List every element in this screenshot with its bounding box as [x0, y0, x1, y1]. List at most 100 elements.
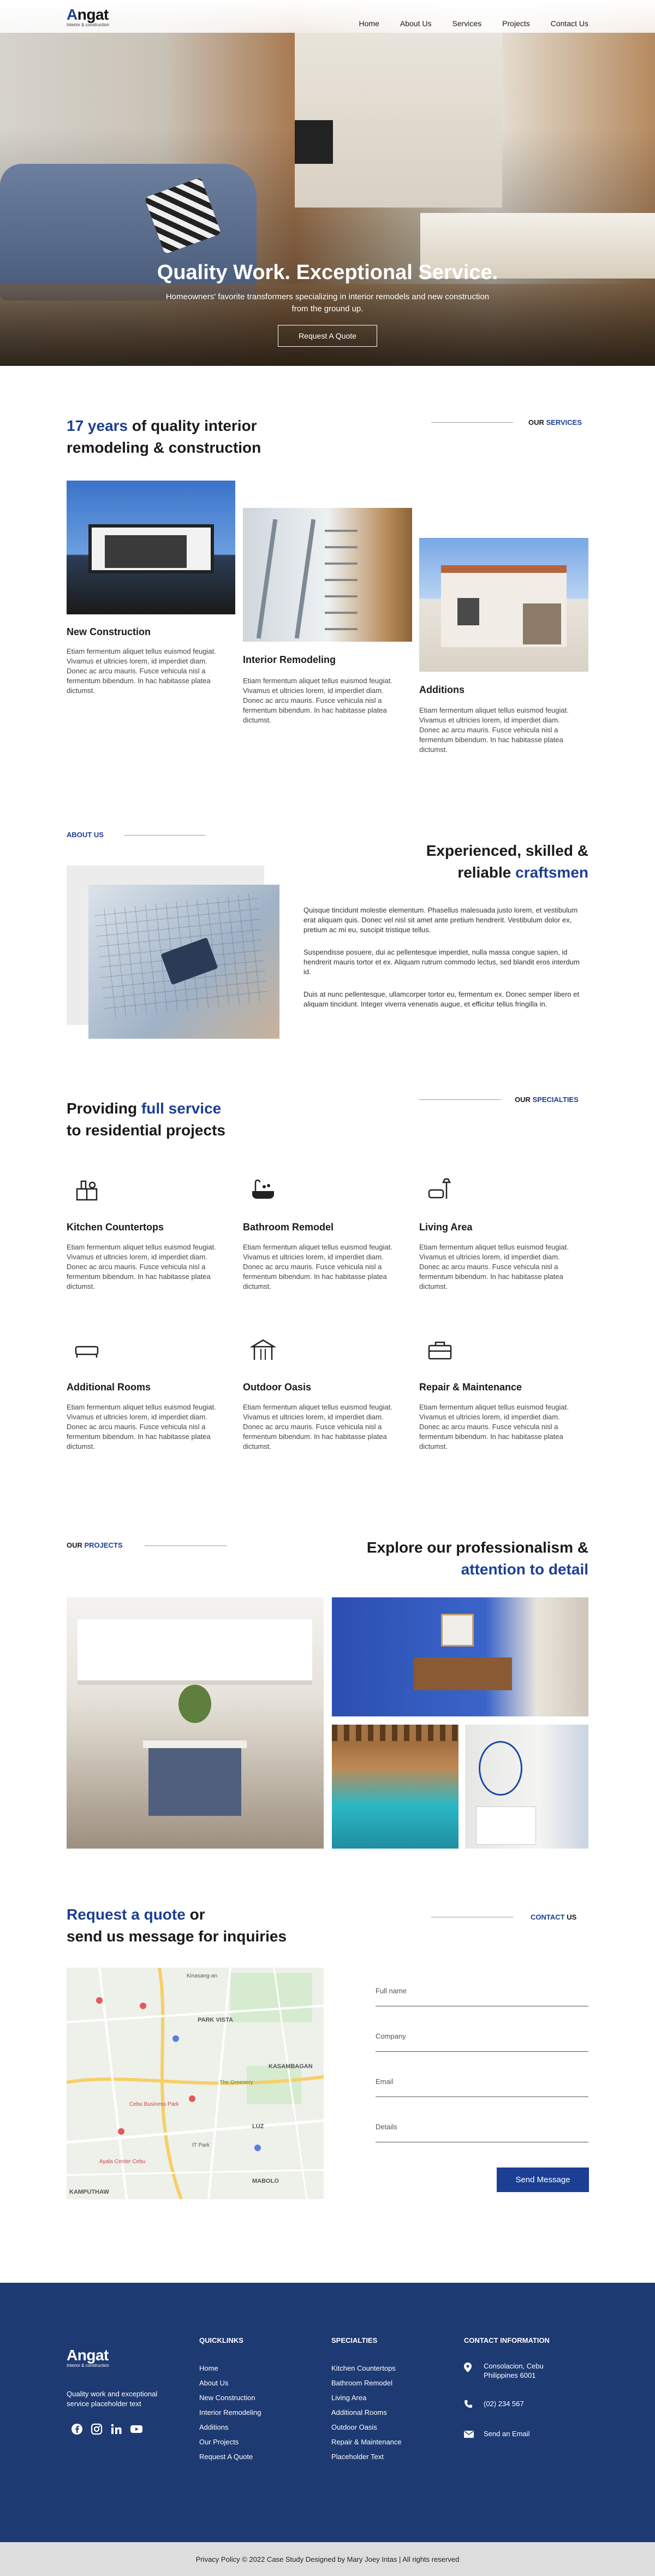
footer-logo-tagline: Interior & construction — [67, 2363, 109, 2368]
request-quote-button[interactable]: Request A Quote — [278, 325, 377, 347]
about-heading: Experienced, skilled & reliable craftsme… — [327, 840, 588, 884]
footer-link-placeholder[interactable]: Placeholder Text — [331, 2449, 402, 2464]
location-pin-icon — [464, 2362, 472, 2375]
map-label-kasambagan: KASAMBAGAN — [269, 2063, 313, 2070]
services-tag-word: SERVICES — [546, 418, 582, 427]
projects-heading-line1: Explore our professionalism & — [366, 1539, 588, 1556]
about-tag-rule — [124, 835, 205, 836]
specialties-heading-line2: to residential projects — [67, 1122, 225, 1139]
site-footer: Angat Interior & construction Quality wo… — [0, 2283, 655, 2542]
footer-link-interior-remodeling[interactable]: Interior Remodeling — [199, 2405, 261, 2420]
full-name-field[interactable]: Full name — [376, 1987, 588, 1995]
footer-link-additional-rooms[interactable]: Additional Rooms — [331, 2405, 402, 2420]
footer-contact: CONTACT INFORMATION Consolacion, Cebu Ph… — [464, 2336, 590, 2438]
project-living-room-image — [332, 1597, 588, 1716]
services-heading-highlight: 17 years — [67, 417, 128, 434]
service-text-new-construction: Etiam fermentum aliquet tellus euismod f… — [67, 647, 216, 695]
footer-link-home[interactable]: Home — [199, 2361, 261, 2376]
footer-address: Consolacion, Cebu Philippines 6001 — [484, 2362, 544, 2379]
project-kitchen-image — [67, 1597, 324, 1849]
linkedin-icon[interactable] — [110, 2423, 122, 2435]
specialty-text-living-area: Etiam fermentum aliquet tellus euismod f… — [419, 1243, 569, 1290]
specialty-text-bathroom-remodel: Etiam fermentum aliquet tellus euismod f… — [243, 1243, 392, 1290]
send-message-button[interactable]: Send Message — [497, 2168, 589, 2192]
contact-heading-highlight: Request a quote — [67, 1906, 186, 1923]
brand-logo[interactable]: Angat Interior & construction — [67, 6, 109, 28]
nav-links: Home About Us Services Projects Contact … — [359, 19, 588, 28]
footer-link-new-construction[interactable]: New Construction — [199, 2390, 261, 2405]
specialty-title-kitchen-countertops: Kitchen Countertops — [67, 1222, 164, 1233]
footer-link-outdoor-oasis[interactable]: Outdoor Oasis — [331, 2420, 402, 2435]
gazebo-icon — [250, 1339, 276, 1360]
footer-link-repair-maintenance[interactable]: Repair & Maintenance — [331, 2435, 402, 2449]
nav-projects[interactable]: Projects — [502, 19, 530, 28]
about-heading-line2a: reliable — [457, 864, 516, 881]
footer-specialties: SPECIALTIES Kitchen Countertops Bathroom… — [331, 2336, 402, 2464]
services-tag-our: OUR — [528, 418, 546, 427]
contact-form: Full name Company Email Details — [376, 1987, 588, 2142]
specialties-heading-part1: Providing — [67, 1100, 141, 1117]
specialties-heading-highlight: full service — [141, 1100, 222, 1117]
footer-link-request-quote[interactable]: Request A Quote — [199, 2449, 261, 2464]
instagram-icon[interactable] — [91, 2423, 103, 2435]
footer-link-kitchen-countertops[interactable]: Kitchen Countertops — [331, 2361, 402, 2376]
about-heading-line2b: craftsmen — [515, 864, 588, 881]
company-field[interactable]: Company — [376, 2032, 588, 2040]
projects-heading-line2: attention to detail — [461, 1561, 588, 1578]
contact-tag-us: US — [564, 1913, 577, 1921]
about-heading-line1: Experienced, skilled & — [426, 842, 588, 859]
service-text-additions: Etiam fermentum aliquet tellus euismod f… — [419, 706, 569, 754]
services-tag: OUR SERVICES — [528, 418, 582, 427]
facebook-icon[interactable] — [71, 2423, 83, 2435]
map-label-mabolo: MABOLO — [252, 2178, 279, 2184]
footer-email-link[interactable]: Send an Email — [484, 2430, 530, 2438]
logo-tagline: Interior & construction — [67, 22, 109, 27]
hero-oven — [295, 120, 333, 164]
footer-link-about-us[interactable]: About Us — [199, 2376, 261, 2390]
projects-tag-word: PROJECTS — [84, 1541, 123, 1549]
copyright-text: Privacy Policy © 2022 Case Study Designe… — [195, 2555, 460, 2563]
email-field[interactable]: Email — [376, 2077, 588, 2086]
services-tag-rule — [431, 422, 513, 423]
about-paragraph-3: Duis at nunc pellentesque, ullamcorper t… — [303, 990, 580, 1008]
youtube-icon[interactable] — [130, 2423, 143, 2435]
nav-contact-us[interactable]: Contact Us — [551, 19, 588, 28]
specialties-heading: Providing full service to residential pr… — [67, 1098, 225, 1141]
service-text-interior-remodeling: Etiam fermentum aliquet tellus euismod f… — [243, 677, 392, 724]
copyright-bar: Privacy Policy © 2022 Case Study Designe… — [0, 2542, 655, 2576]
footer-link-bathroom-remodel[interactable]: Bathroom Remodel — [331, 2376, 402, 2390]
nav-home[interactable]: Home — [359, 19, 379, 28]
footer-link-our-projects[interactable]: Our Projects — [199, 2435, 261, 2449]
details-field[interactable]: Details — [376, 2123, 588, 2131]
footer-quicklinks: QUICKLINKS Home About Us New Constructio… — [199, 2336, 261, 2464]
footer-logo-word-rest: ngat — [77, 2347, 109, 2364]
logo-word-rest: ngat — [77, 6, 109, 23]
top-nav: Angat Interior & construction Home About… — [0, 0, 655, 33]
countertop-icon — [76, 1180, 98, 1201]
footer-logo[interactable]: Angat Interior & construction — [67, 2348, 109, 2368]
specialties-tag-word: SPECIALTIES — [532, 1095, 579, 1104]
contact-heading-or: or — [185, 1906, 205, 1923]
map-label-it-park: IT Park — [192, 2142, 210, 2148]
location-map[interactable]: PARK VISTA KASAMBAGAN LUZ MABOLO KAMPUTH… — [67, 1968, 324, 2199]
map-label-kamputhaw: KAMPUTHAW — [69, 2189, 109, 2195]
quicklinks-title: QUICKLINKS — [199, 2336, 243, 2344]
services-heading-part1: of quality interior — [128, 417, 257, 434]
sofa-lamp-icon — [428, 1178, 451, 1199]
projects-heading: Explore our professionalism & attention … — [300, 1537, 588, 1580]
specialty-title-living-area: Living Area — [419, 1222, 473, 1233]
footer-social-icons — [71, 2423, 143, 2435]
footer-link-additions[interactable]: Additions — [199, 2420, 261, 2435]
hero-section: Quality Work. Exceptional Service. Homeo… — [0, 0, 655, 366]
about-tag: ABOUT US — [67, 831, 104, 839]
about-paragraph-2: Suspendisse posuere, dui ac pellentesque… — [303, 948, 580, 976]
footer-tagline: Quality work and exceptional service pla… — [67, 2390, 158, 2408]
specialty-text-repair-maintenance: Etiam fermentum aliquet tellus euismod f… — [419, 1403, 569, 1450]
footer-link-living-area[interactable]: Living Area — [331, 2390, 402, 2405]
company-underline — [376, 2051, 588, 2052]
new-construction-image — [67, 481, 235, 614]
nav-about-us[interactable]: About Us — [400, 19, 432, 28]
nav-services[interactable]: Services — [452, 19, 481, 28]
footer-phone[interactable]: (02) 234 567 — [484, 2400, 524, 2408]
contact-tag-word: CONTACT — [531, 1913, 565, 1921]
